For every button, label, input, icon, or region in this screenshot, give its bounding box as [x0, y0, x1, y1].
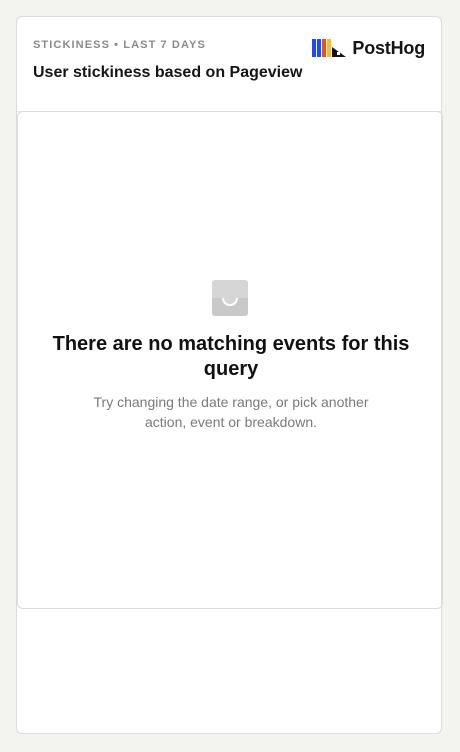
logo-text: PostHog	[352, 37, 425, 58]
inbox-icon	[212, 280, 248, 316]
insight-card: STICKINESS • LAST 7 DAYS User stickiness…	[16, 16, 443, 734]
empty-state-description: Try changing the date range, or pick ano…	[93, 394, 369, 430]
posthog-logo: PostHog	[312, 37, 425, 59]
empty-state-panel: There are no matching events for this qu…	[17, 111, 443, 609]
insight-meta: STICKINESS • LAST 7 DAYS	[33, 39, 206, 51]
empty-state-title: There are no matching events for this qu…	[52, 333, 410, 380]
hedgehog-icon	[312, 39, 347, 57]
insight-title[interactable]: User stickiness based on Pageview	[33, 64, 302, 82]
card-header: STICKINESS • LAST 7 DAYS User stickiness…	[17, 17, 441, 112]
